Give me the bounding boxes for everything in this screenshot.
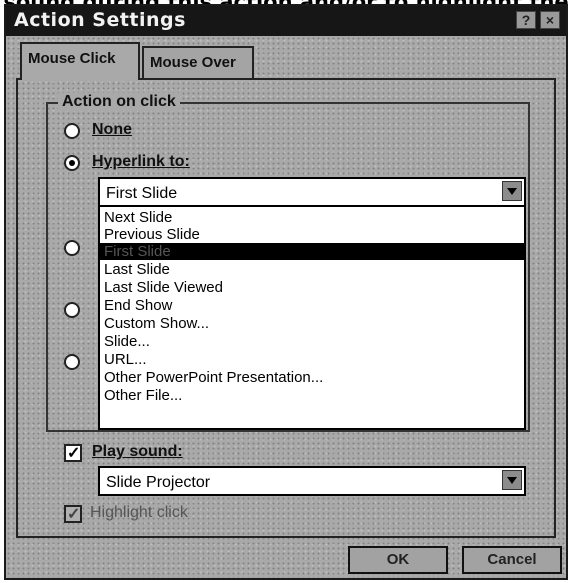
dropdown-option-previous-slide[interactable]: Previous Slide (100, 226, 524, 243)
dropdown-option-first-slide[interactable]: First Slide (100, 243, 524, 260)
hyperlink-combobox-value: First Slide (106, 185, 178, 202)
ok-button[interactable]: OK (348, 546, 448, 574)
radio-run-macro[interactable] (64, 302, 80, 318)
help-button[interactable]: ? (516, 11, 536, 29)
tab-mouse-over-label: Mouse Over (150, 54, 236, 71)
chevron-down-icon[interactable] (502, 470, 522, 490)
radio-none[interactable] (64, 123, 80, 139)
dialog-title: Action Settings (14, 9, 186, 31)
cancel-button[interactable]: Cancel (462, 546, 562, 574)
help-icon: ? (521, 12, 531, 28)
tab-mouse-click-label: Mouse Click (28, 50, 116, 67)
close-button[interactable]: × (540, 11, 560, 29)
dropdown-option-other-file[interactable]: Other File... (100, 387, 524, 404)
action-settings-dialog: Action Settings ? × Mouse Click Mouse Ov… (4, 4, 568, 580)
cancel-button-label: Cancel (487, 551, 537, 568)
close-icon: × (545, 12, 555, 28)
sound-combobox-value: Slide Projector (106, 474, 211, 491)
dropdown-option-url[interactable]: URL... (100, 351, 524, 368)
radio-none-label[interactable]: None (92, 121, 132, 139)
ok-button-label: OK (386, 551, 410, 568)
hyperlink-combobox[interactable]: First Slide (98, 177, 526, 207)
radio-run-program[interactable] (64, 240, 80, 256)
tab-mouse-click[interactable]: Mouse Click (20, 42, 140, 80)
dropdown-option-last-slide-viewed[interactable]: Last Slide Viewed (100, 279, 524, 296)
radio-object-action[interactable] (64, 354, 80, 370)
checkmark-icon: ✓ (67, 445, 81, 462)
play-sound-checkbox[interactable]: ✓ (64, 444, 82, 462)
highlight-click-label: Highlight click (90, 504, 188, 521)
dropdown-option-slide[interactable]: Slide... (100, 333, 524, 350)
action-on-click-legend: Action on click (58, 93, 180, 111)
highlight-click-checkbox[interactable]: ✓ (64, 505, 82, 523)
sound-combobox[interactable]: Slide Projector (98, 466, 526, 496)
dropdown-option-end-show[interactable]: End Show (100, 297, 524, 314)
dropdown-option-custom-show[interactable]: Custom Show... (100, 315, 524, 332)
dropdown-option-other-presentation[interactable]: Other PowerPoint Presentation... (100, 369, 524, 386)
dialog-titlebar: Action Settings ? × (6, 6, 566, 36)
play-sound-label[interactable]: Play sound: (92, 443, 183, 461)
chevron-down-icon[interactable] (502, 181, 522, 201)
dropdown-option-last-slide[interactable]: Last Slide (100, 261, 524, 278)
radio-hyperlink-to[interactable] (64, 155, 80, 171)
dropdown-option-next-slide[interactable]: Next Slide (100, 209, 524, 226)
checkmark-icon: ✓ (67, 506, 81, 523)
radio-hyperlink-to-label[interactable]: Hyperlink to: (92, 153, 190, 171)
tab-mouse-over[interactable]: Mouse Over (142, 46, 254, 78)
hyperlink-dropdown-list[interactable]: Next Slide Previous Slide First Slide La… (98, 205, 526, 430)
